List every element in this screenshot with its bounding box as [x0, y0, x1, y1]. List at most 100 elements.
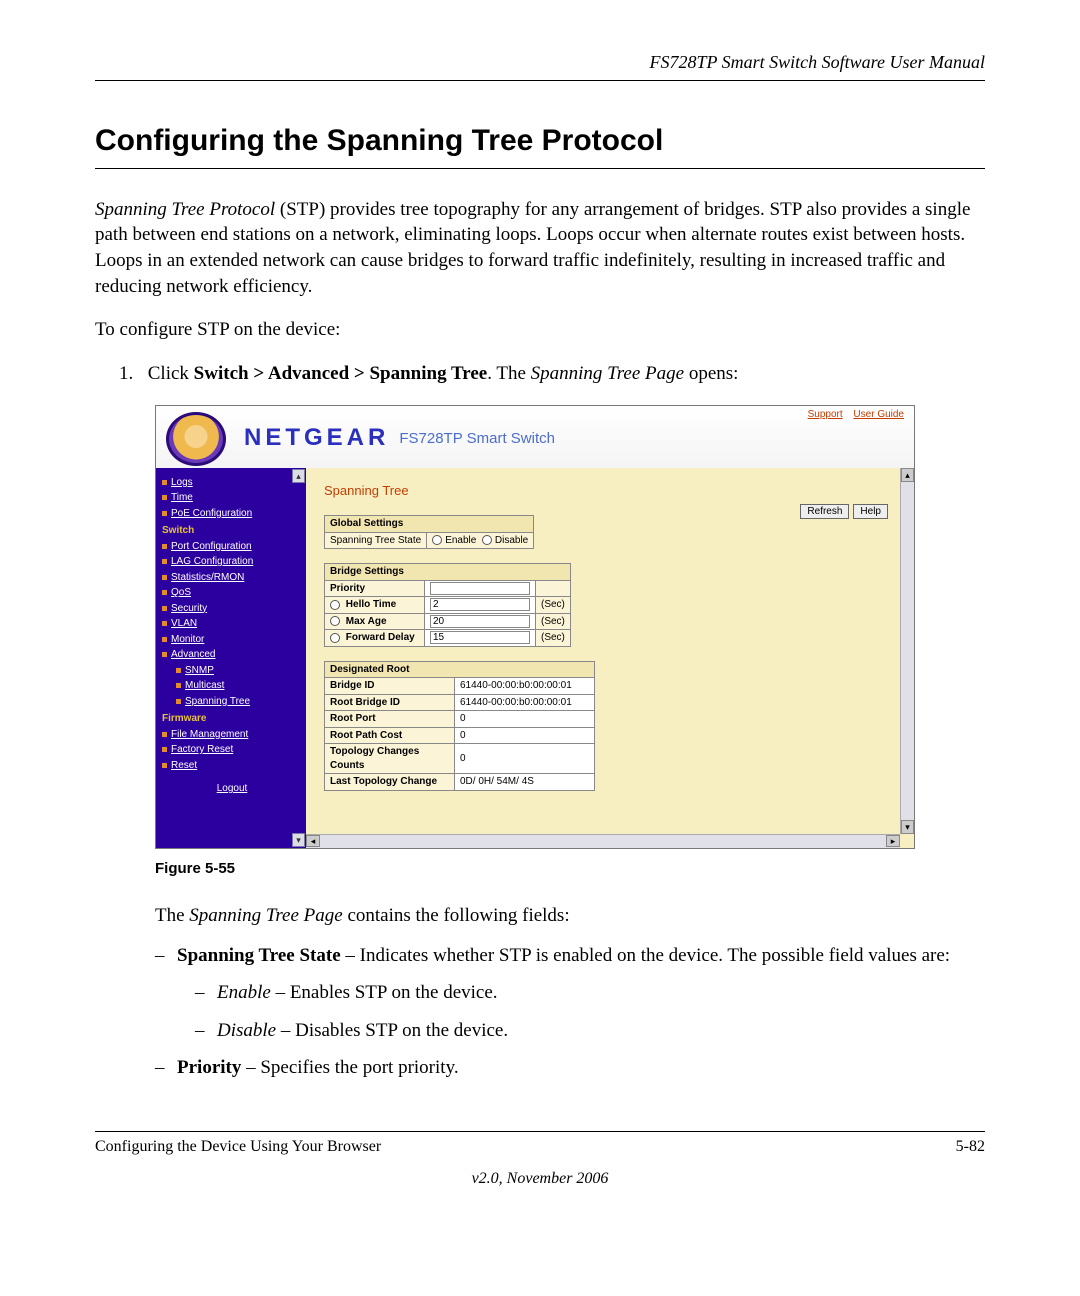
sidebar-scroll-down-icon[interactable]: ▾ [292, 833, 305, 847]
header-links: Support User Guide [800, 408, 904, 422]
footer-rule [95, 1131, 985, 1132]
content-horizontal-scrollbar[interactable]: ◂▸ [306, 834, 900, 848]
last-topology-value: 0D/ 0H/ 54M/ 4S [455, 774, 595, 791]
scroll-up-icon[interactable]: ▴ [901, 468, 914, 482]
forward-delay-radio[interactable] [330, 633, 340, 643]
topology-changes-value: 0 [455, 744, 595, 774]
figure-screenshot: NETGEAR FS728TP Smart Switch Support Use… [155, 405, 915, 849]
bullet-icon [162, 590, 167, 595]
bullet-icon [162, 495, 167, 500]
bullet-icon [162, 575, 167, 580]
bridge-id-label: Bridge ID [330, 680, 374, 691]
priority-label: Priority [330, 583, 365, 594]
fields-intro: The Spanning Tree Page contains the foll… [155, 903, 985, 929]
bridge-id-value: 61440-00:00:b0:00:00:01 [455, 678, 595, 695]
sidebar-scroll-up-icon[interactable]: ▴ [292, 469, 305, 483]
sidebar-item-vlan[interactable]: VLAN [162, 617, 302, 631]
root-port-value: 0 [455, 711, 595, 728]
content-panel: Spanning Tree Refresh Help Global Settin… [306, 468, 914, 848]
global-settings-header: Global Settings [325, 516, 534, 533]
hello-time-unit: (Sec) [536, 597, 571, 614]
scroll-left-icon[interactable]: ◂ [306, 835, 320, 847]
scroll-down-icon[interactable]: ▾ [901, 820, 914, 834]
disable-label: Disable [495, 535, 528, 546]
sidebar-item-reset[interactable]: Reset [162, 759, 302, 773]
bridge-settings-table: Bridge Settings Priority Hello Time (Sec… [324, 563, 571, 647]
sidebar-item-monitor[interactable]: Monitor [162, 633, 302, 647]
field-stp-enable: –Enable – Enables STP on the device. [195, 980, 985, 1006]
bullet-icon [162, 559, 167, 564]
bullet-icon [162, 621, 167, 626]
netgear-logo-icon [166, 412, 226, 466]
forward-delay-input[interactable] [430, 631, 530, 644]
max-age-input[interactable] [430, 615, 530, 628]
field-stp-disable: –Disable – Disables STP on the device. [195, 1018, 985, 1044]
field-priority: –Priority – Specifies the port priority. [155, 1055, 985, 1081]
sidebar-item-multicast[interactable]: Multicast [176, 679, 302, 693]
sidebar-item-qos[interactable]: QoS [162, 586, 302, 600]
step-1-page: Spanning Tree Page [531, 363, 684, 384]
sidebar-item-time[interactable]: Time [162, 491, 302, 505]
topology-changes-label: Topology Changes Counts [330, 746, 419, 771]
step-1-e: opens: [684, 363, 738, 384]
bullet-icon [176, 699, 181, 704]
scroll-right-icon[interactable]: ▸ [886, 835, 900, 847]
user-guide-link[interactable]: User Guide [853, 409, 904, 420]
brand-wordmark: NETGEAR [244, 422, 389, 454]
stp-enable-radio[interactable] [432, 535, 442, 545]
sidebar-item-statistics[interactable]: Statistics/RMON [162, 571, 302, 585]
bullet-icon [176, 683, 181, 688]
sidebar-item-factory-reset[interactable]: Factory Reset [162, 743, 302, 757]
title-rule [95, 168, 985, 169]
sidebar: ▴ Logs Time PoE Configuration Switch Por… [156, 468, 306, 848]
sidebar-item-lag-config[interactable]: LAG Configuration [162, 555, 302, 569]
priority-input[interactable] [430, 582, 530, 595]
stp-state-label: Spanning Tree State [325, 532, 427, 549]
last-topology-label: Last Topology Change [330, 776, 437, 787]
max-age-radio[interactable] [330, 616, 340, 626]
stp-disable-radio[interactable] [482, 535, 492, 545]
hello-time-input[interactable] [430, 598, 530, 611]
global-settings-table: Global Settings Spanning Tree State Enab… [324, 515, 534, 549]
max-age-label: Max Age [346, 616, 387, 627]
refresh-button[interactable]: Refresh [800, 504, 849, 519]
header-rule [95, 80, 985, 81]
footer-chapter: Configuring the Device Using Your Browse… [95, 1136, 381, 1158]
bullet-icon [162, 480, 167, 485]
bullet-icon [162, 511, 167, 516]
support-link[interactable]: Support [808, 409, 843, 420]
hello-time-radio[interactable] [330, 600, 340, 610]
step-1-c: . The [487, 363, 530, 384]
step-1-number: 1. [119, 361, 143, 387]
sidebar-item-spanning-tree[interactable]: Spanning Tree [176, 695, 302, 709]
bullet-icon [162, 606, 167, 611]
designated-root-table: Designated Root Bridge ID 61440-00:00:b0:… [324, 661, 595, 791]
designated-root-header: Designated Root [325, 661, 595, 678]
root-port-label: Root Port [330, 713, 376, 724]
sidebar-item-logs[interactable]: Logs [162, 476, 302, 490]
bullet-icon [162, 747, 167, 752]
intro-paragraph-2: To configure STP on the device: [95, 317, 985, 343]
content-vertical-scrollbar[interactable]: ▴▾ [900, 468, 914, 834]
running-header: FS728TP Smart Switch Software User Manua… [95, 50, 985, 74]
sidebar-item-advanced[interactable]: Advanced [162, 648, 302, 662]
sidebar-item-file-management[interactable]: File Management [162, 728, 302, 742]
page-title: Spanning Tree [324, 482, 904, 500]
bullet-icon [176, 668, 181, 673]
figure-caption: Figure 5-55 [155, 859, 985, 879]
logout-link[interactable]: Logout [162, 782, 302, 796]
step-1-path: Switch > Advanced > Spanning Tree [194, 363, 488, 384]
help-button[interactable]: Help [853, 504, 888, 519]
sidebar-item-security[interactable]: Security [162, 602, 302, 616]
sidebar-item-poe[interactable]: PoE Configuration [162, 507, 302, 521]
forward-delay-label: Forward Delay [346, 632, 415, 643]
sidebar-cat-firmware: Firmware [162, 712, 302, 726]
sidebar-item-snmp[interactable]: SNMP [176, 664, 302, 678]
step-1-a: Click [148, 363, 194, 384]
section-title: Configuring the Spanning Tree Protocol [95, 121, 985, 162]
root-bridge-id-value: 61440-00:00:b0:00:00:01 [455, 694, 595, 711]
sidebar-item-port-config[interactable]: Port Configuration [162, 540, 302, 554]
step-1: 1. Click Switch > Advanced > Spanning Tr… [119, 361, 985, 387]
forward-delay-unit: (Sec) [536, 630, 571, 647]
stp-term: Spanning Tree Protocol [95, 199, 275, 220]
